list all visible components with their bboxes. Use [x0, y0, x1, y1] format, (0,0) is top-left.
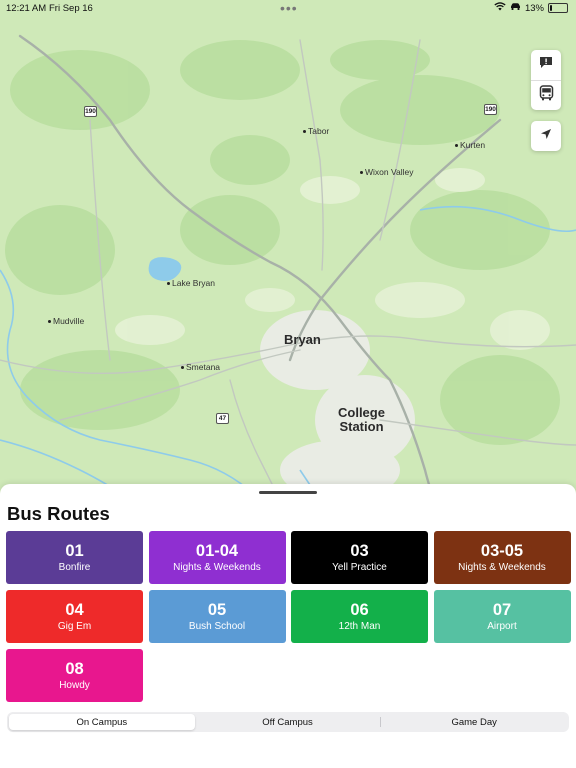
- map-controls: [531, 50, 561, 110]
- route-tile-01[interactable]: 01 Bonfire: [6, 531, 143, 584]
- report-button[interactable]: [531, 50, 561, 80]
- segment-off-campus[interactable]: Off Campus: [195, 714, 381, 730]
- route-number: 03: [350, 541, 369, 560]
- battery-level: [550, 5, 552, 11]
- route-name: Airport: [487, 620, 517, 632]
- sheet-title: Bus Routes: [7, 503, 110, 524]
- bus-stops-button[interactable]: [531, 80, 561, 110]
- route-number: 03-05: [480, 541, 524, 560]
- highway-shield: 190: [84, 106, 97, 117]
- map-city-bryan: Bryan: [284, 332, 321, 347]
- current-location-button[interactable]: [531, 121, 561, 151]
- map-place-label: Kurten: [455, 140, 485, 150]
- route-name: Bush School: [188, 620, 246, 632]
- status-bar: 12:21 AM Fri Sep 16 ••• 13%: [0, 0, 576, 20]
- segment-on-campus[interactable]: On Campus: [9, 714, 195, 730]
- bus-icon: [539, 85, 554, 106]
- map-place-label: Tabor: [303, 126, 329, 136]
- route-tile-05[interactable]: 05 Bush School: [148, 590, 286, 643]
- highway-shield: 190: [484, 104, 497, 115]
- battery-icon: [548, 3, 568, 13]
- route-tile-07[interactable]: 07 Airport: [433, 590, 571, 643]
- route-name: Howdy: [59, 679, 90, 691]
- segment-game-day[interactable]: Game Day: [381, 714, 567, 730]
- route-number: 01-04: [195, 541, 239, 560]
- route-tile-01-04[interactable]: 01-04 Nights & Weekends: [148, 531, 286, 584]
- route-tile-03[interactable]: 03 Yell Practice: [291, 531, 428, 584]
- route-name: Yell Practice: [332, 561, 387, 573]
- route-tile-03-05[interactable]: 03-05 Nights & Weekends: [433, 531, 571, 584]
- map-place-label: Mudville: [48, 316, 84, 326]
- map-terrain: [0, 0, 576, 500]
- route-tile-08[interactable]: 08 Howdy: [6, 649, 143, 702]
- map-place-label: Lake Bryan: [167, 278, 215, 288]
- route-name: Nights & Weekends: [458, 561, 546, 573]
- route-name: Bonfire: [58, 561, 91, 573]
- route-name: Nights & Weekends: [173, 561, 261, 573]
- route-number: 08: [65, 659, 84, 678]
- highway-shield: 47: [216, 413, 229, 424]
- sheet-grabber[interactable]: [259, 491, 317, 494]
- route-number: 01: [65, 541, 84, 560]
- route-number: 07: [492, 600, 512, 619]
- map-place-label: Smetana: [181, 362, 220, 372]
- routes-grid: 01 Bonfire 01-04 Nights & Weekends 03 Yell …: [6, 531, 571, 702]
- route-number: 04: [65, 600, 84, 619]
- battery-percent: 13%: [524, 2, 544, 14]
- status-time: 12:21 AM: [6, 3, 47, 14]
- route-number: 06: [350, 600, 369, 619]
- status-date: Fri Sep 16: [49, 3, 93, 14]
- campus-segmented-control: On Campus Off Campus Game Day: [7, 712, 569, 732]
- bottom-sheet: Bus Routes 01 Bonfire 01-04 Nights & Weeke…: [0, 484, 576, 768]
- location-arrow-icon: [540, 127, 552, 145]
- multitasking-dots-icon[interactable]: •••: [280, 0, 298, 16]
- route-number: 05: [207, 600, 227, 619]
- map-city-college-station: College Station: [338, 405, 385, 434]
- route-tile-06[interactable]: 06 12th Man: [291, 590, 428, 643]
- exclamation-bubble-icon: [539, 56, 553, 74]
- wifi-icon: [494, 2, 506, 14]
- route-tile-04[interactable]: 04 Gig Em: [6, 590, 143, 643]
- route-name: 12th Man: [338, 620, 381, 632]
- route-name: Gig Em: [57, 620, 92, 632]
- status-indicators: 13%: [494, 2, 568, 14]
- map-place-label: Wixon Valley: [360, 167, 414, 177]
- map-view[interactable]: 12:21 AM Fri Sep 16 ••• 13% Tabor Kurten…: [0, 0, 576, 500]
- car-icon: [510, 2, 521, 14]
